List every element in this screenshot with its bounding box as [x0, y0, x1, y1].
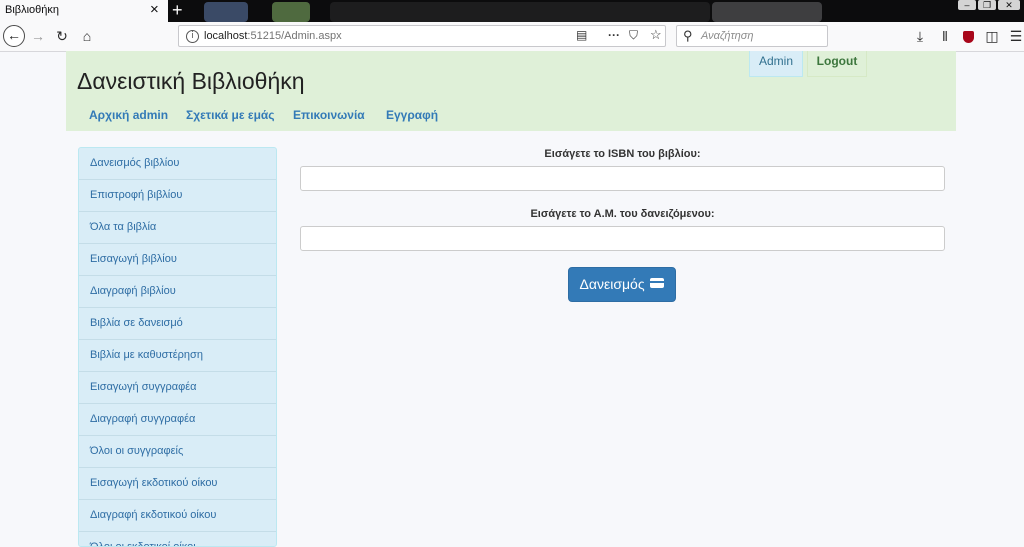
isbn-input[interactable] — [300, 166, 945, 191]
new-tab-icon[interactable]: + — [172, 0, 183, 21]
sidebar-item-all-authors[interactable]: Όλοι οι συγγραφείς — [79, 436, 276, 468]
tab-close-icon[interactable]: × — [150, 1, 159, 19]
background-tab[interactable] — [204, 2, 248, 22]
sidebar-item-return-book[interactable]: Επιστροφή βιβλίου — [79, 180, 276, 212]
sidebar-item-add-publisher[interactable]: Εισαγωγή εκδοτικού οίκου — [79, 468, 276, 500]
nav-about[interactable]: Σχετικά με εμάς — [186, 108, 275, 122]
borrow-button-label: Δανεισμός — [579, 276, 645, 292]
background-tab[interactable] — [712, 2, 822, 22]
url-path: :51215/Admin.aspx — [247, 30, 342, 42]
background-tab[interactable] — [330, 2, 710, 22]
search-placeholder: Αναζήτηση — [701, 30, 754, 42]
site-header: Δανειστική Βιβλιοθήκη Αρχική admin Σχετι… — [66, 51, 956, 131]
reload-icon[interactable]: ↻ — [54, 22, 70, 51]
close-window-icon[interactable]: ✕ — [998, 0, 1020, 10]
back-arrow-icon[interactable]: ← — [3, 25, 25, 47]
tab-title: Βιβλιοθήκη — [5, 4, 60, 16]
forward-arrow-icon[interactable]: → — [30, 22, 46, 51]
background-tab[interactable] — [272, 2, 310, 22]
nav-register[interactable]: Εγγραφή — [386, 108, 438, 122]
sidebar-item-borrow-book[interactable]: Δανεισμός βιβλίου — [79, 148, 276, 180]
borrow-button[interactable]: Δανεισμός — [568, 267, 676, 302]
browser-tab[interactable]: Βιβλιοθήκη × — [0, 0, 168, 22]
more-actions-icon[interactable]: ··· — [608, 28, 620, 42]
reader-view-icon[interactable]: ▤ — [576, 28, 587, 42]
menu-icon[interactable]: ☰ — [1008, 22, 1024, 51]
sidebar-item-add-book[interactable]: Εισαγωγή βιβλίου — [79, 244, 276, 276]
address-bar[interactable]: i localhost:51215/Admin.aspx ▤ ··· ⛉ ☆ — [178, 25, 666, 47]
admin-button[interactable]: Admin — [749, 51, 803, 77]
nav-admin-home[interactable]: Αρχική admin — [89, 108, 168, 122]
home-icon[interactable]: ⌂ — [78, 22, 96, 51]
sidebar-item-add-author[interactable]: Εισαγωγή συγγραφέα — [79, 372, 276, 404]
isbn-label: Εισάγετε το ISBN του βιβλίου: — [544, 148, 701, 160]
url-host: localhost — [204, 30, 248, 42]
restore-window-icon[interactable]: ❐ — [978, 0, 996, 10]
sidebar-item-delete-book[interactable]: Διαγραφή βιβλίου — [79, 276, 276, 308]
browser-tab-strip: Βιβλιοθήκη × + – ❐ ✕ — [0, 0, 1024, 22]
search-bar[interactable]: ⚲ Αναζήτηση — [676, 25, 828, 47]
sidebar-item-all-publishers[interactable]: Όλοι οι εκδοτικοί οίκοι — [79, 532, 276, 546]
sidebar-item-all-books[interactable]: Όλα τα βιβλία — [79, 212, 276, 244]
downloads-icon[interactable]: ⤓ — [912, 22, 928, 51]
borrower-id-label: Εισάγετε το Α.Μ. του δανειζόμενου: — [530, 208, 715, 220]
sidebar-item-overdue-books[interactable]: Βιβλία με καθυστέρηση — [79, 340, 276, 372]
sidebar-item-borrowed-books[interactable]: Βιβλία σε δανεισμό — [79, 308, 276, 340]
minimize-window-icon[interactable]: – — [958, 0, 976, 10]
borrower-id-input[interactable] — [300, 226, 945, 251]
info-icon[interactable]: i — [186, 30, 199, 43]
browser-toolbar: ← → ↻ ⌂ i localhost:51215/Admin.aspx ▤ ·… — [0, 22, 1024, 52]
nav-contact[interactable]: Επικοινωνία — [293, 108, 365, 122]
credit-card-icon — [650, 278, 665, 289]
sidebar-icon[interactable]: ◫ — [984, 22, 1000, 51]
pocket-icon[interactable]: ⛉ — [629, 28, 638, 43]
logout-button[interactable]: Logout — [807, 51, 867, 77]
sidebar-item-delete-publisher[interactable]: Διαγραφή εκδοτικού οίκου — [79, 500, 276, 532]
url-text[interactable]: localhost:51215/Admin.aspx — [204, 30, 342, 42]
search-icon: ⚲ — [683, 28, 693, 43]
site-title[interactable]: Δανειστική Βιβλιοθήκη — [77, 68, 305, 95]
admin-sidebar: Δανεισμός βιβλίου Επιστροφή βιβλίου Όλα … — [78, 147, 277, 547]
sidebar-item-delete-author[interactable]: Διαγραφή συγγραφέα — [79, 404, 276, 436]
library-icon[interactable]: ⫴ — [936, 22, 954, 51]
ublock-icon[interactable] — [960, 22, 976, 51]
bookmark-star-icon[interactable]: ☆ — [650, 27, 662, 43]
